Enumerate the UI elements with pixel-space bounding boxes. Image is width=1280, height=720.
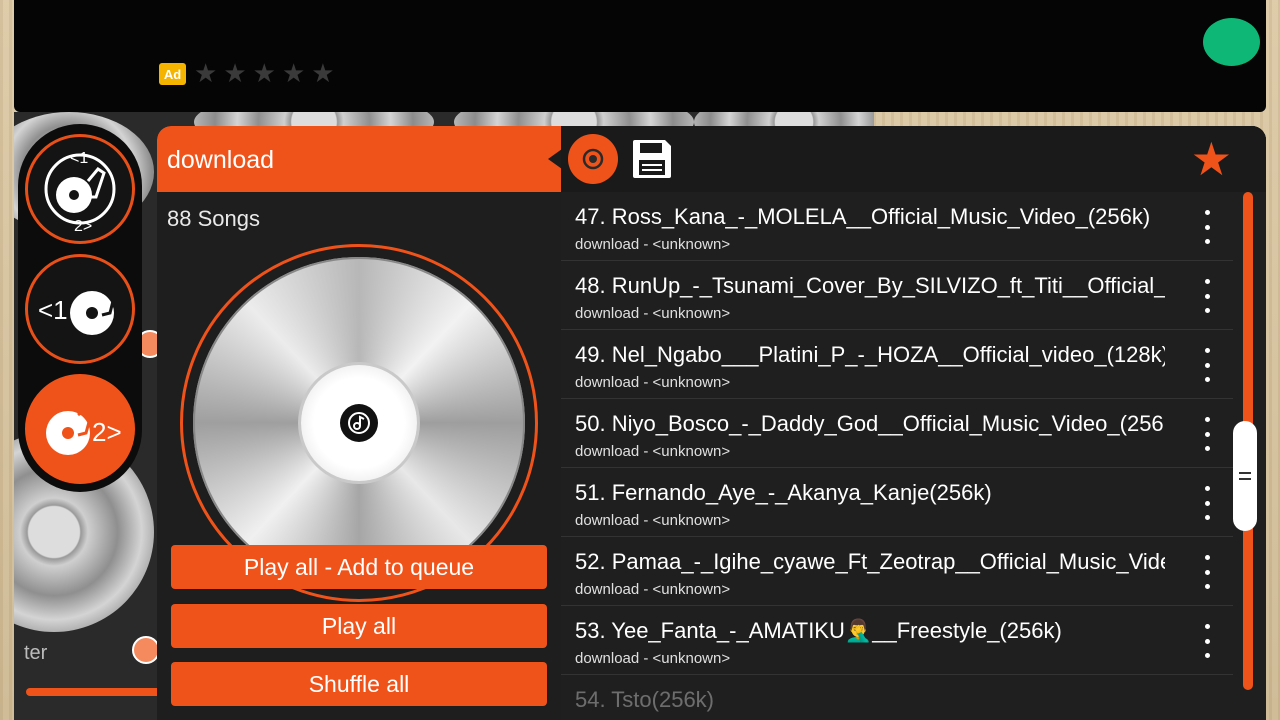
record-button[interactable] <box>568 134 618 184</box>
star-icon: ★ <box>281 58 306 88</box>
ad-badge: Ad <box>159 63 186 85</box>
favorites-star-icon[interactable]: ★ <box>1191 134 1232 184</box>
song-row[interactable]: 50. Niyo_Bosco_-_Daddy_God__Official_Mus… <box>561 399 1233 468</box>
song-title: 50. Niyo_Bosco_-_Daddy_God__Official_Mus… <box>575 411 1165 436</box>
ad-banner[interactable]: Ad ★ ★ ★ ★ ★ <box>14 0 1266 112</box>
song-title: 51. Fernando_Aye_-_Akanya_Kanje(256k) <box>575 480 992 505</box>
more-options-icon[interactable] <box>1197 417 1217 451</box>
background-knob <box>132 636 160 664</box>
background-label: ter <box>24 642 48 664</box>
save-icon <box>633 140 671 178</box>
song-subtitle: download - <unknown> <box>575 374 731 391</box>
svg-text:2>: 2> <box>92 417 122 447</box>
record-icon <box>582 148 604 170</box>
disc-label <box>301 365 417 481</box>
ad-rating: ★ ★ ★ ★ ★ <box>194 58 335 88</box>
star-icon: ★ <box>252 58 276 88</box>
song-list: 47. Ross_Kana_-_MOLELA__Official_Music_V… <box>561 192 1233 720</box>
deck-both-icon: <1 2> <box>44 150 116 235</box>
song-title: 53. Yee_Fanta_-_AMATIKU🤦‍♂️__Freestyle_(… <box>575 618 1062 643</box>
more-options-icon[interactable] <box>1197 348 1217 382</box>
song-title: 54. Tsto(256k) <box>575 687 715 712</box>
star-icon: ★ <box>223 58 247 88</box>
play-all-add-to-queue-button[interactable]: Play all - Add to queue <box>171 545 547 589</box>
ad-install-button[interactable] <box>1203 18 1260 66</box>
more-options-icon[interactable] <box>1197 555 1217 589</box>
song-count: 88 Songs <box>167 206 260 231</box>
song-title: 52. Pamaa_-_Igihe_cyawe_Ft_Zeotrap__Offi… <box>575 549 1165 574</box>
song-subtitle: download - <unknown> <box>575 443 731 460</box>
song-title: 47. Ross_Kana_-_MOLELA__Official_Music_V… <box>575 204 1151 229</box>
more-options-icon[interactable] <box>1197 624 1217 658</box>
song-title: 48. RunUp_-_Tsunami_Cover_By_SILVIZO_ft_… <box>575 273 1165 298</box>
deck-both-button[interactable]: <1 2> <box>25 134 135 244</box>
song-list-pane: ★ 47. Ross_Kana_-_MOLELA__Official_Music… <box>561 126 1266 720</box>
scrollbar-thumb[interactable] <box>1233 421 1257 531</box>
song-row[interactable]: 53. Yee_Fanta_-_AMATIKU🤦‍♂️__Freestyle_(… <box>561 606 1233 675</box>
deck-2-button[interactable]: 2> <box>25 374 135 484</box>
deck-2-icon: 2> <box>46 404 122 455</box>
music-library-dialog: download 88 Songs Play all - Add to queu… <box>157 126 1266 720</box>
deck-switcher: <1 2> <1 2> <box>18 124 142 492</box>
music-note-icon <box>340 404 378 442</box>
song-row[interactable]: 48. RunUp_-_Tsunami_Cover_By_SILVIZO_ft_… <box>561 261 1233 330</box>
svg-text:<1: <1 <box>38 295 68 325</box>
crossfader-progress[interactable] <box>26 688 176 696</box>
deck-1-icon: <1 <box>38 282 118 335</box>
svg-text:2>: 2> <box>74 218 92 235</box>
folder-pane: download 88 Songs Play all - Add to queu… <box>157 126 562 720</box>
deck-1-button[interactable]: <1 <box>25 254 135 364</box>
song-subtitle: download - <unknown> <box>575 650 731 667</box>
more-options-icon[interactable] <box>1197 486 1217 520</box>
song-subtitle: download - <unknown> <box>575 305 731 322</box>
star-icon: ★ <box>311 58 335 88</box>
folder-title: download <box>167 146 275 174</box>
more-options-icon[interactable] <box>1197 210 1217 244</box>
song-row[interactable]: 52. Pamaa_-_Igihe_cyawe_Ft_Zeotrap__Offi… <box>561 537 1233 606</box>
more-options-icon[interactable] <box>1197 279 1217 313</box>
song-subtitle: download - <unknown> <box>575 581 731 598</box>
song-list-toolbar: ★ <box>561 126 1266 192</box>
song-row[interactable]: 54. Tsto(256k) <box>561 675 1233 720</box>
shuffle-all-button[interactable]: Shuffle all <box>171 662 547 706</box>
save-button[interactable] <box>631 138 673 180</box>
svg-text:<1: <1 <box>70 150 88 167</box>
folder-header: download <box>157 126 562 192</box>
song-row[interactable]: 47. Ross_Kana_-_MOLELA__Official_Music_V… <box>561 192 1233 261</box>
song-row[interactable]: 49. Nel_Ngabo___Platini_P_-_HOZA__Offici… <box>561 330 1233 399</box>
play-all-button[interactable]: Play all <box>171 604 547 648</box>
song-row[interactable]: 51. Fernando_Aye_-_Akanya_Kanje(256k) do… <box>561 468 1233 537</box>
star-icon: ★ <box>194 58 218 88</box>
song-title: 49. Nel_Ngabo___Platini_P_-_HOZA__Offici… <box>575 342 1165 367</box>
song-subtitle: download - <unknown> <box>575 512 731 529</box>
vinyl-disc <box>193 257 525 589</box>
song-subtitle: download - <unknown> <box>575 236 731 253</box>
